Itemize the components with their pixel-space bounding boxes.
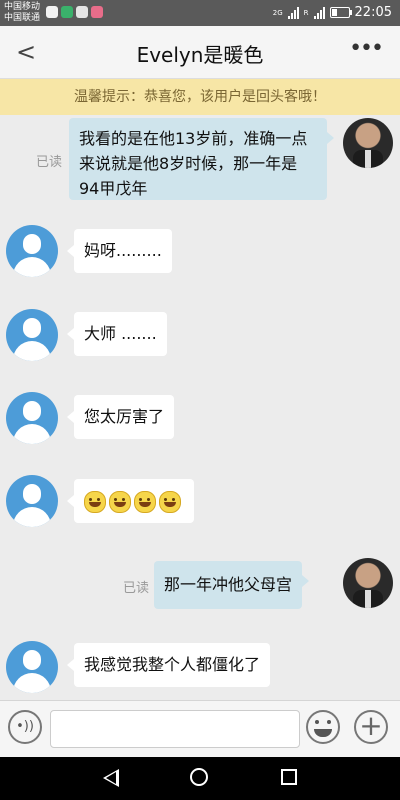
carrier-labels: 中国移动 中国联通 [4, 2, 40, 24]
nav-recent-apps-icon[interactable] [281, 769, 297, 785]
message-bubble-other[interactable] [67, 479, 194, 523]
message-bubble-mine[interactable]: 我看的是在他13岁前，准确一点来说就是他8岁时候，那一年是94甲戊年 [69, 118, 334, 200]
notification-app-icon [46, 6, 58, 18]
notification-icons [46, 6, 103, 18]
notice-banner: 温馨提示：恭喜您，该用户是回头客哦！ [0, 79, 400, 115]
voice-icon[interactable]: •)) [8, 710, 42, 744]
contact-avatar[interactable] [6, 309, 58, 361]
my-avatar[interactable] [343, 118, 393, 168]
notification-app-icon [76, 6, 88, 18]
message-text: 那一年冲他父母宫 [164, 575, 293, 594]
notification-app-icon [91, 6, 103, 18]
contact-avatar[interactable] [6, 225, 58, 277]
message-bubble-mine[interactable]: 那一年冲他父母宫 [154, 561, 310, 609]
network-type-2: R [303, 8, 309, 17]
battery-icon [329, 7, 352, 18]
smile-emoji-icon [84, 490, 106, 513]
network-type-1: 2G [272, 8, 283, 17]
nav-home-icon[interactable] [190, 768, 208, 786]
message-text: 您太厉害了 [84, 407, 165, 426]
my-avatar[interactable] [343, 558, 393, 608]
message-bubble-other[interactable]: 我感觉我整个人都僵化了 [66, 643, 271, 687]
notification-app-icon [61, 6, 73, 18]
status-bar: 中国移动 中国联通 2G R 22:05 [0, 0, 400, 26]
read-receipt: 已读 [36, 155, 63, 170]
message-bubble-other[interactable]: 您太厉害了 [66, 395, 175, 439]
smile-emoji-icon [109, 490, 131, 513]
carrier-1: 中国移动 [4, 2, 41, 12]
message-text: 妈呀......... [84, 241, 162, 260]
contact-avatar[interactable] [6, 392, 58, 444]
nav-back-icon[interactable] [103, 769, 119, 787]
message-bubble-other[interactable]: 妈呀......... [67, 229, 172, 273]
chat-title: Evelyn是暖色 [136, 43, 264, 67]
carrier-2: 中国联通 [4, 13, 41, 23]
message-text: 我看的是在他13岁前，准确一点来说就是他8岁时候，那一年是94甲戊年 [79, 129, 308, 198]
chat-header: < Evelyn是暖色 ••• [0, 26, 400, 79]
more-dots-icon[interactable]: ••• [349, 36, 384, 61]
message-text: 我感觉我整个人都僵化了 [84, 655, 261, 674]
contact-avatar[interactable] [6, 641, 58, 693]
signal-icon [313, 6, 325, 19]
system-nav-bar [0, 757, 400, 800]
signal-icon [287, 6, 299, 19]
message-input[interactable] [50, 710, 300, 748]
message-text: 大师 ....... [84, 324, 157, 343]
status-right: 2G R 22:05 [273, 5, 392, 20]
message-input-bar: •)) + [0, 700, 400, 757]
contact-avatar[interactable] [6, 475, 58, 527]
plus-icon[interactable]: + [354, 710, 388, 744]
read-receipt: 已读 [123, 581, 150, 596]
smile-emoji-icon [159, 490, 181, 513]
message-bubble-other[interactable]: 大师 ....... [67, 312, 167, 356]
status-time: 22:05 [354, 5, 392, 20]
emoji-icon[interactable] [306, 710, 340, 744]
smile-emoji-icon [134, 490, 156, 513]
chat-messages: 已读 我看的是在他13岁前，准确一点来说就是他8岁时候，那一年是94甲戊年 妈呀… [0, 115, 400, 700]
